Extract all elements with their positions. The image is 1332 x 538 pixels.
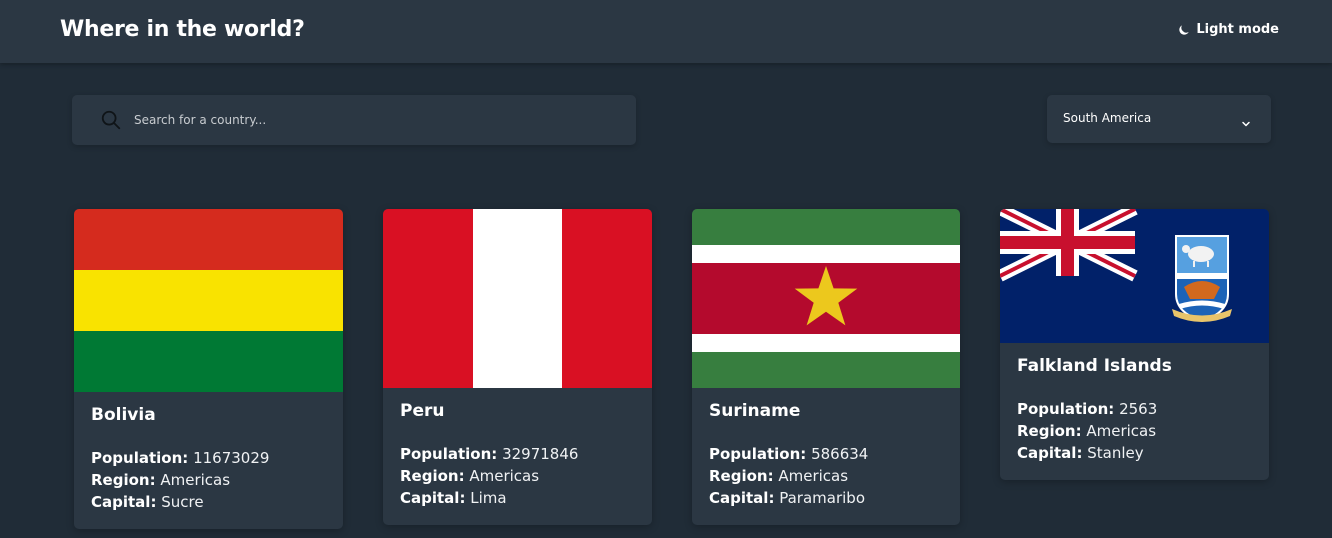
app-title: Where in the world? bbox=[60, 17, 305, 42]
capital-value: Lima bbox=[470, 489, 507, 507]
search-icon bbox=[100, 109, 122, 135]
population-label: Population: bbox=[1017, 400, 1115, 418]
bolivia-flag-image bbox=[74, 209, 343, 392]
country-name: Bolivia bbox=[91, 405, 156, 425]
capital-label: Capital: bbox=[709, 489, 775, 507]
capital-label: Capital: bbox=[1017, 444, 1083, 462]
region-label: Region: bbox=[91, 471, 156, 489]
country-card-falkland-islands[interactable]: Falkland Islands Population: 2563 Region… bbox=[1000, 209, 1269, 480]
theme-toggle-button[interactable]: Light mode bbox=[1177, 22, 1279, 37]
population-value: 586634 bbox=[811, 445, 869, 463]
region-value: Americas bbox=[160, 471, 231, 489]
country-card-peru[interactable]: Peru Population: 32971846 Region: Americ… bbox=[383, 209, 652, 525]
country-name: Suriname bbox=[709, 401, 801, 421]
region-filter-select[interactable]: South America bbox=[1047, 95, 1271, 143]
country-details: Population: 586634 Region: Americas Capi… bbox=[709, 443, 868, 509]
region-label: Region: bbox=[400, 467, 465, 485]
country-card-bolivia[interactable]: Bolivia Population: 11673029 Region: Ame… bbox=[74, 209, 343, 529]
population-label: Population: bbox=[400, 445, 498, 463]
search-box bbox=[72, 95, 636, 145]
region-value: Americas bbox=[778, 467, 849, 485]
country-name: Peru bbox=[400, 401, 445, 421]
country-details: Population: 2563 Region: Americas Capita… bbox=[1017, 398, 1157, 464]
capital-value: Stanley bbox=[1087, 444, 1144, 462]
search-input[interactable] bbox=[134, 95, 614, 145]
population-value: 11673029 bbox=[193, 449, 270, 467]
population-label: Population: bbox=[91, 449, 189, 467]
falkland-coat-of-arms bbox=[1172, 235, 1232, 323]
region-value: Americas bbox=[469, 467, 540, 485]
country-details: Population: 11673029 Region: Americas Ca… bbox=[91, 447, 269, 513]
country-name: Falkland Islands bbox=[1017, 356, 1172, 376]
population-value: 2563 bbox=[1119, 400, 1158, 418]
region-filter-value: South America bbox=[1063, 111, 1152, 125]
theme-toggle-label: Light mode bbox=[1196, 22, 1279, 37]
suriname-flag-image bbox=[692, 209, 960, 388]
capital-label: Capital: bbox=[400, 489, 466, 507]
capital-value: Paramaribo bbox=[779, 489, 865, 507]
top-bar: Where in the world? Light mode bbox=[0, 0, 1332, 63]
population-label: Population: bbox=[709, 445, 807, 463]
moon-icon bbox=[1177, 23, 1191, 37]
country-card-suriname[interactable]: Suriname Population: 586634 Region: Amer… bbox=[692, 209, 960, 525]
region-value: Americas bbox=[1086, 422, 1157, 440]
population-value: 32971846 bbox=[502, 445, 579, 463]
chevron-down-icon bbox=[1241, 114, 1251, 133]
peru-flag-image bbox=[383, 209, 652, 388]
capital-value: Sucre bbox=[161, 493, 204, 511]
falkland-islands-flag-image bbox=[1000, 209, 1269, 343]
region-label: Region: bbox=[1017, 422, 1082, 440]
capital-label: Capital: bbox=[91, 493, 157, 511]
region-label: Region: bbox=[709, 467, 774, 485]
country-details: Population: 32971846 Region: Americas Ca… bbox=[400, 443, 578, 509]
